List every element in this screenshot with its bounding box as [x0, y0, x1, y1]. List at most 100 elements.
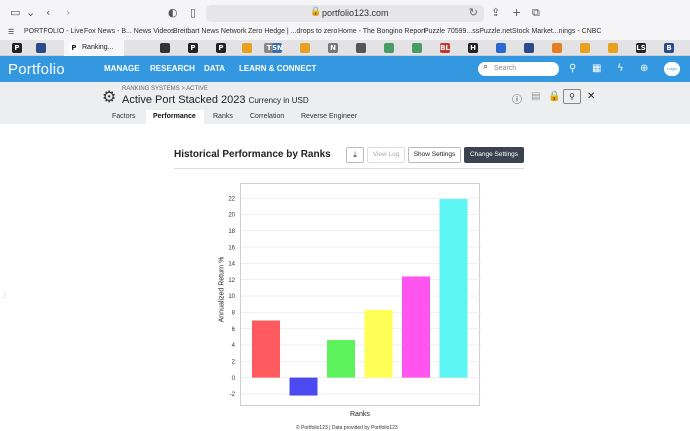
bar-rank-5[interactable] — [402, 276, 430, 378]
y-tick-label: 10 — [228, 294, 235, 300]
tab-favicon-icon[interactable]: P — [188, 43, 198, 53]
bar-rank-1[interactable] — [252, 320, 280, 378]
footer-credit: © Portfolio123 | Data provided by Portfo… — [296, 425, 398, 431]
section-divider — [174, 168, 524, 169]
bookmark-item[interactable]: Puzzle 70599...ssPuzzle.net — [424, 28, 512, 35]
privacy-shield-icon[interactable]: ◐ — [168, 6, 178, 20]
tab-favicon-icon[interactable]: LS — [636, 43, 646, 53]
y-tick-label: 18 — [228, 229, 235, 235]
change-settings-button[interactable]: Change Settings — [464, 147, 524, 163]
tab-favicon-icon[interactable]: SN — [272, 43, 283, 53]
tab-favicon-icon[interactable] — [496, 43, 506, 53]
nav-item-research[interactable]: RESEARCH — [150, 64, 195, 73]
bookmark-item[interactable]: Breitbart News Network — [173, 28, 247, 35]
pin-button[interactable]: ⚲ — [563, 89, 581, 104]
y-tick-label: 16 — [228, 245, 235, 251]
bookmark-item[interactable]: Stock Market...nings - CNBC — [512, 28, 601, 35]
y-axis-label: Annualized Return % — [218, 256, 226, 323]
nav-item-manage[interactable]: MANAGE — [104, 64, 140, 73]
tab-favicon-icon[interactable] — [384, 43, 394, 53]
tab-favicon-icon[interactable] — [160, 43, 170, 53]
tab-favicon-icon[interactable] — [356, 43, 366, 53]
bookmark-item[interactable]: Zero Hedge | ...drops to zero — [248, 28, 337, 35]
page-title-text: Active Port Stacked 2023 — [122, 94, 246, 106]
sidebar-toggle-icon[interactable]: ▭ — [10, 6, 20, 20]
search-input[interactable]: ⌕ Search — [478, 62, 559, 76]
extension-icon[interactable]: ▯ — [190, 6, 196, 20]
tab-favicon-icon[interactable] — [580, 43, 590, 53]
tab-favicon-icon[interactable]: P — [216, 43, 226, 53]
y-tick-label: 22 — [228, 196, 235, 202]
search-icon: ⌕ — [483, 62, 489, 72]
tab-label: Ranking... — [82, 44, 114, 51]
tab-favicon-icon[interactable]: P — [12, 43, 22, 53]
currency-label: Currency in USD — [248, 96, 309, 105]
avatar[interactable]: Login — [664, 62, 680, 76]
bolt-icon[interactable]: ϟ — [617, 63, 624, 74]
tab-favicon-icon[interactable] — [552, 43, 562, 53]
download-button[interactable]: ⤓ — [346, 147, 364, 163]
search-placeholder: Search — [494, 65, 517, 72]
tab-favicon-icon[interactable] — [36, 43, 46, 53]
tab-favicon-icon[interactable]: N — [328, 43, 338, 53]
grid-icon[interactable]: ▦ — [592, 63, 601, 74]
save-icon[interactable]: ▤ — [531, 91, 540, 102]
tab-favicon-icon[interactable]: H — [468, 43, 478, 53]
tab-favicon-icon[interactable]: B — [664, 43, 674, 53]
gear-icon[interactable]: ⚙ — [102, 87, 116, 106]
bar-rank-3[interactable] — [327, 340, 355, 378]
view-log-button[interactable]: View Log — [367, 147, 405, 163]
tab-favicon-icon[interactable] — [608, 43, 618, 53]
bookmarks-bar: ☰ PORTFOLIO - Live Fox News - B... News … — [0, 26, 690, 40]
forward-icon[interactable]: › — [66, 6, 70, 20]
section-title: Historical Performance by Ranks — [174, 149, 331, 160]
tab-reverse-engineer[interactable]: Reverse Engineer — [301, 113, 357, 120]
site-logo[interactable]: Portfolio — [8, 61, 65, 78]
bar-rank-4[interactable] — [364, 309, 393, 378]
reload-icon[interactable]: ↻ — [469, 6, 478, 19]
tab-factors[interactable]: Factors — [112, 113, 135, 120]
y-tick-label: -2 — [230, 392, 236, 398]
lock-icon[interactable]: 🔒 — [548, 91, 560, 102]
reading-list-icon[interactable]: ☰ — [8, 28, 14, 36]
bar-rank-2[interactable] — [289, 377, 318, 396]
tab-strip: P Ranking... P P P T SN N BL H LS B — [0, 40, 690, 56]
y-tick-label: 20 — [228, 213, 235, 219]
portfolio-tab-icon: P — [69, 43, 79, 53]
bookmark-item[interactable]: Fox News - B... News Videos — [84, 28, 175, 35]
bar-chart: -20246810121416182022 — [228, 196, 481, 398]
bookmark-item[interactable]: PORTFOLIO - Live — [24, 28, 83, 35]
tab-overview-icon[interactable]: ⧉ — [532, 6, 540, 20]
lock-icon: 🔒 — [310, 7, 322, 17]
bar-rank-6[interactable] — [439, 198, 468, 378]
tab-favicon-icon[interactable] — [242, 43, 252, 53]
site-navbar: Portfolio MANAGE RESEARCH DATA LEARN & C… — [0, 56, 690, 82]
breadcrumb[interactable]: RANKING SYSTEMS > ACTIVE — [122, 86, 208, 92]
nav-item-data[interactable]: DATA — [204, 64, 225, 73]
address-bar[interactable]: 🔒 portfolio123.com ↻ — [206, 5, 484, 22]
browser-toolbar: ▭ ⌄ ‹ › ◐ ▯ 🔒 portfolio123.com ↻ ⇪ + ⧉ — [0, 0, 690, 26]
bookmark-item[interactable]: Home - The Bongino Report — [338, 28, 425, 35]
resize-handle[interactable]: ⋮ — [2, 292, 8, 299]
tab-favicon-icon[interactable]: BL — [440, 43, 450, 53]
y-tick-label: 14 — [228, 262, 235, 268]
pin-icon[interactable]: ⚲ — [569, 63, 576, 74]
nav-item-learn-connect[interactable]: LEARN & CONNECT — [239, 64, 316, 73]
tab-favicon-icon[interactable] — [412, 43, 422, 53]
tab-favicon-icon[interactable] — [300, 43, 310, 53]
tab-favicon-icon[interactable] — [524, 43, 534, 53]
chart-frame: -2 0 2 4 6 8 10 12 14 16 18 20 22 — [228, 183, 481, 406]
show-settings-button[interactable]: Show Settings — [408, 147, 461, 163]
tab-performance[interactable]: Performance — [153, 113, 196, 120]
tab-correlation[interactable]: Correlation — [250, 113, 284, 120]
chevron-down-icon[interactable]: ⌄ — [26, 6, 35, 20]
new-tab-icon[interactable]: + — [512, 6, 521, 20]
info-icon[interactable]: ⓘ — [512, 91, 522, 106]
help-icon[interactable]: ⊕ — [640, 63, 648, 74]
tab-ranks[interactable]: Ranks — [213, 113, 233, 120]
share-icon[interactable]: ⇪ — [491, 6, 500, 20]
tab-active[interactable]: P Ranking... — [64, 40, 124, 56]
page-title: Active Port Stacked 2023 Currency in USD — [122, 94, 309, 106]
close-icon[interactable]: ✕ — [587, 91, 595, 102]
back-icon[interactable]: ‹ — [46, 6, 50, 20]
